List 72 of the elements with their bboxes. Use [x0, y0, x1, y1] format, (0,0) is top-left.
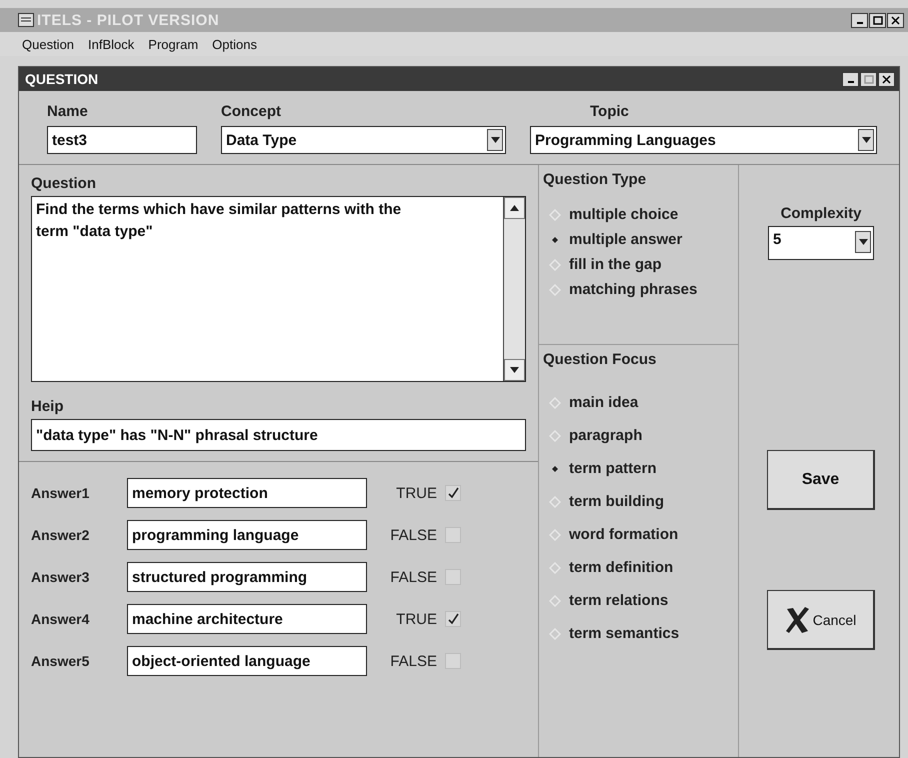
truth-label: TRUE	[395, 610, 437, 628]
truth-label: FALSE	[389, 652, 437, 670]
name-field[interactable]: test3	[47, 126, 197, 154]
menu-item[interactable]: Program	[148, 36, 198, 52]
answer-label: Answer1	[31, 485, 90, 501]
maximize-button[interactable]	[860, 72, 877, 86]
scrollbar[interactable]	[503, 197, 525, 381]
checkbox[interactable]	[445, 611, 461, 627]
answer-field[interactable]: memory protection	[127, 478, 367, 508]
maximize-button[interactable]	[869, 12, 886, 28]
field-label: Heip	[31, 398, 65, 415]
radio-option[interactable]: multiple choice	[569, 206, 678, 223]
answer-label: Answer5	[31, 653, 90, 669]
menu-item[interactable]: InfBlock	[88, 36, 134, 52]
minimize-button[interactable]	[842, 72, 859, 86]
window-title: ITELS - PILOT VERSION	[37, 12, 220, 28]
checkbox[interactable]	[445, 569, 461, 585]
cancel-button[interactable]: Cancel	[767, 590, 875, 650]
close-icon	[891, 16, 900, 24]
radio-option[interactable]: multiple answer	[569, 231, 682, 248]
caret-icon	[858, 239, 868, 245]
close-icon	[882, 74, 891, 84]
concept-dropdown[interactable]: Data Type	[221, 126, 506, 154]
maximize-icon	[872, 16, 882, 24]
radio-option[interactable]: term relations	[569, 592, 668, 609]
answer-label: Answer2	[31, 527, 90, 543]
question-text-area[interactable]: Find the terms which have similar patterns with the term "data type"	[31, 196, 526, 382]
checkbox[interactable]	[445, 653, 461, 669]
truth-label: TRUE	[395, 484, 437, 502]
scroll-up-icon	[510, 205, 519, 211]
complexity-dropdown[interactable]: 5	[768, 226, 874, 260]
window-menu-icon	[18, 13, 34, 27]
field-label: Name	[47, 103, 89, 120]
radio-option[interactable]: paragraph	[569, 427, 642, 444]
menu-item[interactable]: Question	[22, 36, 74, 52]
field-label: Topic	[589, 103, 630, 120]
answer-label: Answer4	[31, 611, 90, 627]
menu-item[interactable]: Options	[212, 36, 257, 52]
checkbox[interactable]	[445, 485, 461, 501]
caret-icon	[510, 367, 519, 373]
radio-option[interactable]: main idea	[569, 394, 638, 411]
group-label: Question Type	[543, 171, 648, 188]
topic-dropdown[interactable]: Programming Languages	[530, 126, 877, 154]
field-label: Complexity	[780, 205, 862, 222]
truth-label: FALSE	[389, 526, 437, 544]
radio-option[interactable]: word formation	[569, 526, 678, 543]
answer-field[interactable]: machine architecture	[127, 604, 367, 634]
radio-option[interactable]: matching phrases	[569, 281, 698, 298]
checkbox[interactable]	[445, 527, 461, 543]
group-label: Question Focus	[543, 351, 658, 368]
dialog-title: QUESTION	[25, 71, 100, 87]
radio-option[interactable]: fill in the gap	[569, 256, 662, 273]
close-button[interactable]	[887, 12, 904, 28]
answer-field[interactable]: structured programming	[127, 562, 367, 592]
radio-option[interactable]: term building	[569, 493, 664, 510]
answer-label: Answer3	[31, 569, 90, 585]
radio-option[interactable]: term definition	[569, 559, 674, 576]
close-button[interactable]	[878, 72, 895, 86]
truth-label: FALSE	[389, 568, 437, 586]
caret-icon	[862, 137, 870, 143]
minimize-button[interactable]	[851, 12, 868, 28]
answer-field[interactable]: programming language	[127, 520, 367, 550]
radio-option[interactable]: term pattern	[569, 460, 657, 477]
maximize-icon	[864, 74, 874, 84]
field-label: Concept	[221, 103, 282, 120]
save-button[interactable]: Save	[767, 450, 875, 510]
radio-option[interactable]: term semantics	[569, 625, 680, 642]
field-label: Question	[31, 175, 98, 192]
cross-icon	[784, 606, 811, 634]
caret-icon	[490, 137, 500, 143]
help-field[interactable]: "data type" has "N-N" phrasal structure	[31, 419, 526, 451]
answer-field[interactable]: object-oriented language	[127, 646, 367, 676]
